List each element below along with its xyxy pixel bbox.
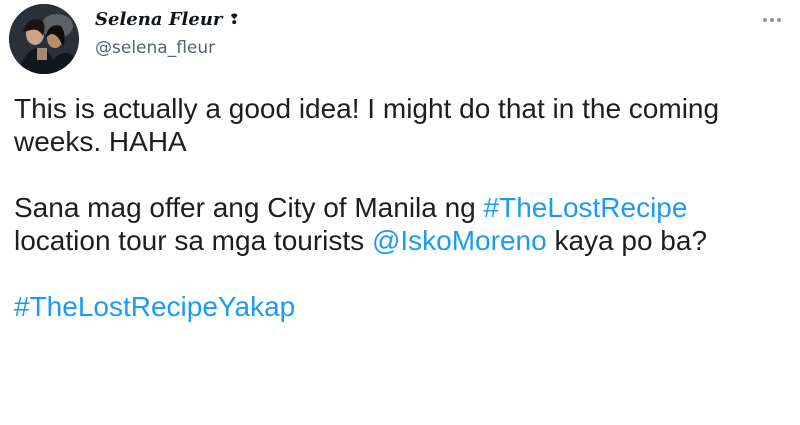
tweet-text-segment: Sana mag offer ang City of Manila ng: [14, 192, 484, 223]
more-horizontal-icon: [770, 18, 774, 22]
mention-link[interactable]: @IskoMoreno: [372, 225, 547, 256]
tweet-paragraph-1: This is actually a good idea! I might do…: [14, 93, 720, 157]
author-display-name[interactable]: Selena Fleur: [95, 8, 222, 32]
tweet-paragraph-2: Sana mag offer ang City of Manila ng #Th…: [14, 191, 784, 257]
tweet-text: This is actually a good idea! I might do…: [14, 92, 784, 323]
more-options-button[interactable]: [756, 8, 788, 32]
tweet-paragraph-3: #TheLostRecipeYakap: [14, 290, 784, 323]
avatar-photo: [9, 4, 79, 74]
avatar[interactable]: [9, 4, 79, 74]
hashtag-link[interactable]: #TheLostRecipeYakap: [14, 291, 295, 322]
name-emoji-icon: ❢: [228, 12, 241, 28]
hashtag-link[interactable]: #TheLostRecipe: [484, 192, 688, 223]
tweet-text-segment: location tour sa mga tourists: [14, 225, 372, 256]
tweet-text-segment: kaya po ba?: [546, 225, 708, 256]
author-handle[interactable]: @selena_fleur: [95, 37, 215, 59]
more-horizontal-icon: [763, 18, 767, 22]
tweet-card: Selena Fleur ❢ @selena_fleur This is act…: [0, 0, 800, 425]
author-name-row: Selena Fleur ❢: [95, 8, 240, 32]
more-horizontal-icon: [777, 18, 781, 22]
